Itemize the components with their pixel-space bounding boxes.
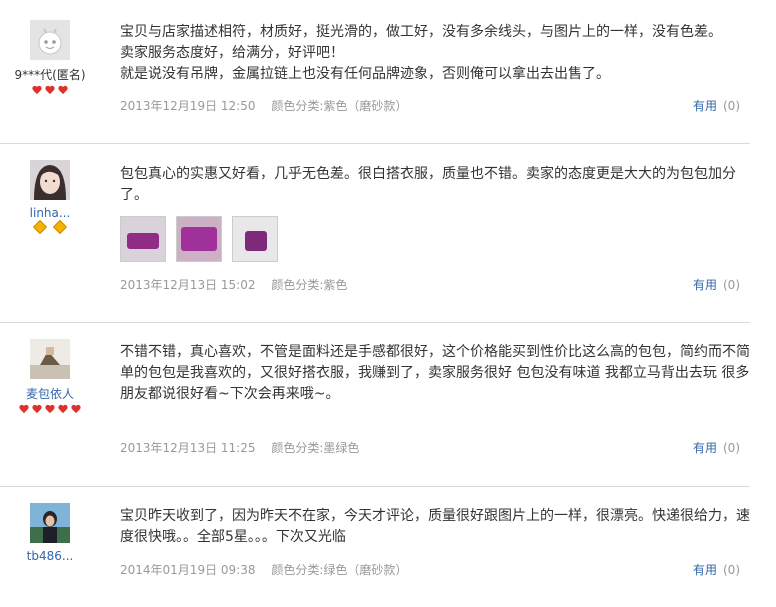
sku-info: 颜色分类:紫色（磨砂款）	[271, 99, 408, 113]
review-photo-thumbnail[interactable]	[176, 216, 223, 262]
heart-icon	[32, 405, 42, 414]
reviewer: 麦包依人	[0, 339, 100, 416]
reviewer-name[interactable]: 9***代(匿名)	[0, 66, 100, 83]
review-item: 9***代(匿名) 宝贝与店家描述相符，材质好，挺光滑的，做工好，没有多余线头，…	[0, 0, 750, 144]
useful-count: (0)	[723, 563, 740, 577]
useful-button[interactable]: 有用	[693, 441, 717, 455]
user-photo-icon	[30, 160, 70, 200]
useful-button[interactable]: 有用	[693, 563, 717, 577]
useful-button[interactable]: 有用	[693, 99, 717, 113]
user-photo-icon	[30, 503, 70, 543]
avatar[interactable]	[30, 503, 70, 543]
heart-icon	[19, 405, 29, 414]
review-date: 2013年12月13日 15:02	[120, 278, 256, 292]
reviewer: linha...	[0, 160, 100, 235]
review-meta: 2013年12月13日 11:25 颜色分类:墨绿色	[120, 439, 359, 456]
sku-info: 颜色分类:墨绿色	[271, 441, 360, 455]
heart-icon	[71, 405, 81, 414]
useful-vote: 有用 (0)	[693, 439, 740, 456]
review-item: linha... 包包真心的实惠又好看，几乎无色差。很白搭衣服，质量也不错。卖家…	[0, 144, 750, 323]
user-photo-icon	[30, 339, 70, 379]
heart-icon	[32, 86, 42, 95]
review-photo-thumbnail[interactable]	[120, 216, 166, 262]
review-line: 宝贝昨天收到了，因为昨天不在家，今天才评论，质量很好跟图片上的一样，很漂亮。快递…	[120, 508, 750, 545]
useful-vote: 有用 (0)	[693, 97, 740, 114]
heart-icon	[45, 86, 55, 95]
heart-icon	[58, 86, 68, 95]
review-photos	[120, 216, 283, 266]
review-date: 2013年12月13日 11:25	[120, 441, 256, 455]
review-line: 不错不错，真心喜欢，不管是面料还是手感都很好，这个价格能买到性价比这么高的包包，…	[120, 344, 750, 402]
review-line: 宝贝与店家描述相符，材质好，挺光滑的，做工好，没有多余线头，与图片上的一样，没有…	[120, 24, 722, 40]
useful-vote: 有用 (0)	[693, 276, 740, 293]
review-line: 包包真心的实惠又好看，几乎无色差。很白搭衣服，质量也不错。卖家的态度更是大大的为…	[120, 166, 736, 203]
default-avatar-icon	[30, 20, 70, 60]
review-text: 不错不错，真心喜欢，不管是面料还是手感都很好，这个价格能买到性价比这么高的包包，…	[120, 342, 750, 405]
review-meta: 2014年01月19日 09:38 颜色分类:绿色（磨砂款）	[120, 561, 407, 578]
reviewer-name[interactable]: 麦包依人	[0, 385, 100, 402]
reviewer-name[interactable]: tb486...	[0, 549, 100, 563]
useful-count: (0)	[723, 441, 740, 455]
review-date: 2014年01月19日 09:38	[120, 563, 256, 577]
avatar[interactable]	[30, 160, 70, 200]
diamond-icon	[33, 219, 48, 235]
review-meta: 2013年12月19日 12:50 颜色分类:紫色（磨砂款）	[120, 97, 407, 114]
review-line: 卖家服务态度好，给满分，好评吧！	[120, 45, 344, 61]
review-line: 就是说没有吊牌，金属拉链上也没有任何品牌迹象，否则俺可以拿出去出售了。	[120, 66, 610, 82]
diamond-icon	[52, 219, 67, 235]
heart-icon	[58, 405, 68, 414]
avatar[interactable]	[30, 20, 70, 60]
useful-count: (0)	[723, 278, 740, 292]
review-item: 麦包依人 不错不错，真心喜欢，不管是面料还是手感都很好，这个价格能买到性价比这么…	[0, 323, 750, 487]
sku-info: 颜色分类:绿色（磨砂款）	[271, 563, 408, 577]
buyer-rank-hearts	[0, 404, 100, 416]
avatar[interactable]	[30, 339, 70, 379]
review-photo-thumbnail[interactable]	[232, 216, 279, 262]
heart-icon	[45, 405, 55, 414]
review-text: 宝贝与店家描述相符，材质好，挺光滑的，做工好，没有多余线头，与图片上的一样，没有…	[120, 22, 750, 85]
reviewer: tb486...	[0, 503, 100, 563]
review-text: 宝贝昨天收到了，因为昨天不在家，今天才评论，质量很好跟图片上的一样，很漂亮。快递…	[120, 506, 750, 548]
review-meta: 2013年12月13日 15:02 颜色分类:紫色	[120, 276, 347, 293]
useful-button[interactable]: 有用	[693, 278, 717, 292]
review-item: tb486... 宝贝昨天收到了，因为昨天不在家，今天才评论，质量很好跟图片上的…	[0, 487, 750, 607]
reviewer: 9***代(匿名)	[0, 20, 100, 97]
review-text: 包包真心的实惠又好看，几乎无色差。很白搭衣服，质量也不错。卖家的态度更是大大的为…	[120, 164, 750, 206]
buyer-rank-gems	[0, 219, 100, 235]
review-date: 2013年12月19日 12:50	[120, 99, 256, 113]
buyer-rank-hearts	[0, 85, 100, 97]
sku-info: 颜色分类:紫色	[271, 278, 348, 292]
useful-vote: 有用 (0)	[693, 561, 740, 578]
useful-count: (0)	[723, 99, 740, 113]
